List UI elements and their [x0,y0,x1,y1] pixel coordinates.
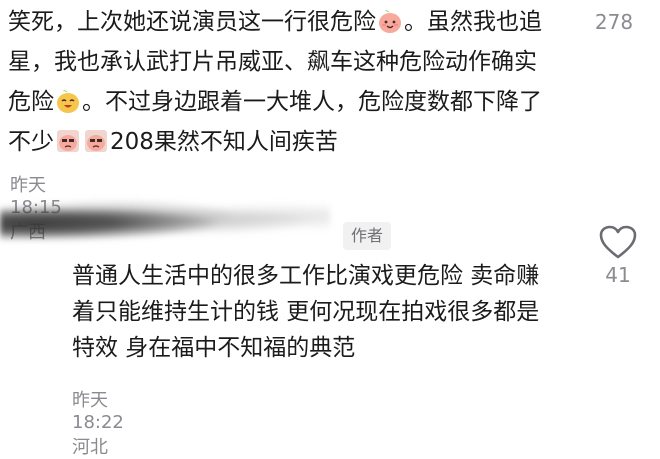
author-badge: 作者 [343,222,391,250]
like-heart-icon[interactable] [598,224,638,260]
comment-location: 河北 [72,437,108,458]
comment-time: 昨天 18:22 [72,390,124,433]
blurred-username [0,196,330,242]
comment-meta: 昨天 18:22 河北 [72,386,128,459]
comment-text-part: 208果然不知人间疾苦 [110,129,338,155]
peach-sly-icon [83,128,109,154]
like-count[interactable]: 278 [584,10,644,34]
comment-text-part: 笑死，上次她还说演员这一行很危险 [8,9,376,35]
like-count[interactable]: 41 [588,263,648,287]
peach-sly-icon [55,128,81,154]
comment-text: 笑死，上次她还说演员这一行很危险 。虽然我也追星，我也承认武打片吊威亚、飙车这种危… [8,2,548,162]
peach-laugh-icon [55,88,81,114]
peach-smile-icon [377,8,403,34]
comment-text: 普通人生活中的很多工作比演戏更危险 卖命赚着只能维持生计的钱 更何况现在拍戏很多… [72,263,540,361]
